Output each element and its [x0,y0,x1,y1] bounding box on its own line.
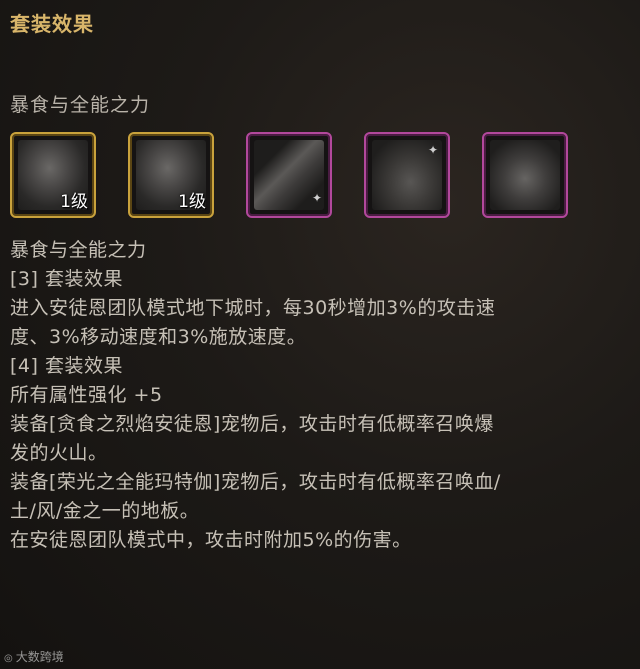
set-description: 暴食与全能之力 [3] 套装效果 进入安徒恩团队模式地下城时，每30秒增加3%的… [10,236,632,555]
tier3-header: [3] 套装效果 [10,268,123,290]
equipment-slot-1[interactable]: 1级 [10,132,96,218]
panel-title: 套装效果 [10,12,94,36]
tier4-effect-line: 在安徒恩团队模式中，攻击时附加5%的伤害。 [10,529,412,551]
watermark-text: 大数跨境 [15,650,64,664]
tier4-header: [4] 套装效果 [10,355,123,377]
equipment-slot-4[interactable]: ✦ [364,132,450,218]
level-badge: 1级 [178,192,206,212]
equipment-slot-5[interactable] [482,132,568,218]
set-name: 暴食与全能之力 [10,94,151,116]
watermark: ◎ 大数跨境 [4,648,64,665]
equipment-slot-3[interactable]: ✦ [246,132,332,218]
equipment-slots: 1级 1级 ✦ ✦ [10,132,630,224]
sparkle-icon: ✦ [428,143,439,157]
tier4-effect-line: 所有属性强化 +5 [10,384,163,406]
description-set-name: 暴食与全能之力 [10,239,147,261]
tier4-effect-line: 装备[贪食之烈焰安徒恩]宠物后，攻击时有低概率召唤爆 [10,413,494,435]
ore-icon [490,140,560,210]
tier4-effect-line: 装备[荣光之全能玛特伽]宠物后，攻击时有低概率召唤血/ [10,471,501,493]
level-badge: 1级 [60,192,88,212]
sparkle-icon: ✦ [312,191,323,205]
watermark-logo-icon: ◎ [4,653,13,664]
tier4-effect-line: 土/风/金之一的地板。 [10,500,200,522]
tier3-effect-line: 进入安徒恩团队模式地下城时，每30秒增加3%的攻击速 [10,297,496,319]
equipment-slot-2[interactable]: 1级 [128,132,214,218]
tier4-effect-line: 发的火山。 [10,442,108,464]
set-effect-tooltip: 套装效果 暴食与全能之力 1级 1级 ✦ ✦ 暴食与全能之力 [3] 套装效果 … [0,0,640,669]
tier3-effect-line: 度、3%移动速度和3%施放速度。 [10,326,307,348]
